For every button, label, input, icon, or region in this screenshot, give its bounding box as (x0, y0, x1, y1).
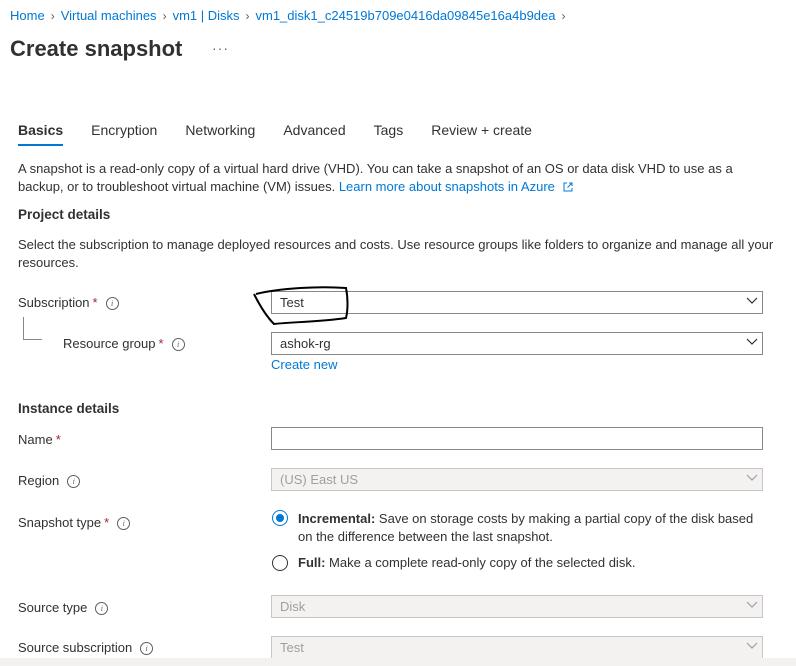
chevron-right-icon: › (162, 9, 167, 23)
source-subscription-value: Test (280, 640, 304, 655)
chevron-down-icon (746, 601, 758, 609)
chevron-down-icon (746, 474, 758, 482)
tab-networking[interactable]: Networking (185, 122, 255, 144)
info-icon[interactable]: i (117, 517, 131, 531)
region-dropdown[interactable]: (US) East US (271, 468, 763, 491)
source-subscription-label-text: Source subscription (18, 640, 133, 655)
tab-encryption[interactable]: Encryption (91, 122, 157, 144)
tab-tags[interactable]: Tags (374, 122, 404, 144)
name-label: Name * (18, 432, 61, 447)
tab-bar: Basics Encryption Networking Advanced Ta… (18, 122, 560, 146)
project-details-heading: Project details (18, 207, 111, 222)
incremental-title: Incremental: (298, 511, 376, 526)
tab-review-create[interactable]: Review + create (431, 122, 532, 144)
region-label-text: Region (18, 473, 60, 488)
instance-details-heading: Instance details (18, 401, 120, 416)
project-details-description: Select the subscription to manage deploy… (18, 237, 774, 270)
source-type-label-text: Source type (18, 600, 88, 615)
chevron-right-icon: › (50, 9, 55, 23)
source-type-value: Disk (280, 599, 306, 614)
page-title: Create snapshot (10, 36, 183, 61)
snapshot-type-label-text: Snapshot type (18, 515, 102, 530)
source-type-dropdown[interactable]: Disk (271, 595, 763, 618)
info-icon[interactable]: i (171, 338, 185, 352)
source-subscription-label: Source subscription i (18, 640, 154, 656)
annotation-scribble (253, 286, 349, 326)
intro-text: A snapshot is a read-only copy of a virt… (18, 160, 778, 196)
bottom-bar (0, 658, 796, 666)
required-marker: * (104, 515, 110, 530)
tree-connector (23, 317, 42, 340)
full-radio[interactable] (272, 555, 288, 571)
snapshot-type-label: Snapshot type * i (18, 515, 131, 531)
source-type-label: Source type i (18, 600, 109, 616)
resource-group-dropdown[interactable]: ashok-rg (271, 332, 763, 355)
breadcrumb-virtual-machines[interactable]: Virtual machines (61, 8, 157, 23)
full-title: Full: (298, 555, 326, 570)
chevron-down-icon (746, 338, 758, 346)
required-marker: * (55, 432, 61, 447)
tab-basics[interactable]: Basics (18, 122, 64, 146)
subscription-label: Subscription * i (18, 295, 119, 311)
info-icon[interactable]: i (105, 297, 119, 311)
subscription-label-text: Subscription (18, 295, 90, 310)
full-option-text: Full: Make a complete read-only copy of … (298, 554, 768, 572)
chevron-down-icon (746, 642, 758, 650)
region-label: Region i (18, 473, 81, 489)
resource-group-value: ashok-rg (280, 336, 331, 351)
breadcrumb-home[interactable]: Home (10, 8, 45, 23)
breadcrumb: Home › Virtual machines › vm1 | Disks › vm1_di… (10, 8, 572, 23)
chevron-down-icon (746, 297, 758, 305)
breadcrumb-vm1-disks[interactable]: vm1 | Disks (173, 8, 240, 23)
name-label-text: Name (18, 432, 53, 447)
more-options-icon[interactable]: ··· (212, 40, 229, 56)
incremental-radio[interactable] (272, 510, 288, 526)
incremental-option-text: Incremental: Save on storage costs by ma… (298, 510, 768, 546)
breadcrumb-disk[interactable]: vm1_disk1_c24519b709e0416da09845e16a4b9d… (256, 8, 556, 23)
chevron-right-icon: › (245, 9, 250, 23)
info-icon[interactable]: i (140, 642, 154, 656)
external-link-icon (563, 182, 573, 192)
name-input[interactable] (271, 427, 763, 450)
resource-group-label-text: Resource group (63, 336, 156, 351)
source-subscription-dropdown[interactable]: Test (271, 636, 763, 659)
info-icon[interactable]: i (95, 602, 109, 616)
info-icon[interactable]: i (67, 475, 81, 489)
create-new-link[interactable]: Create new (271, 357, 337, 372)
required-marker: * (158, 336, 164, 351)
required-marker: * (92, 295, 98, 310)
chevron-right-icon: › (561, 9, 566, 23)
resource-group-label: Resource group * i (63, 336, 185, 352)
full-description: Make a complete read-only copy of the se… (325, 555, 636, 570)
region-value: (US) East US (280, 472, 359, 487)
learn-more-link[interactable]: Learn more about snapshots in Azure (339, 179, 555, 194)
tab-advanced[interactable]: Advanced (283, 122, 345, 144)
